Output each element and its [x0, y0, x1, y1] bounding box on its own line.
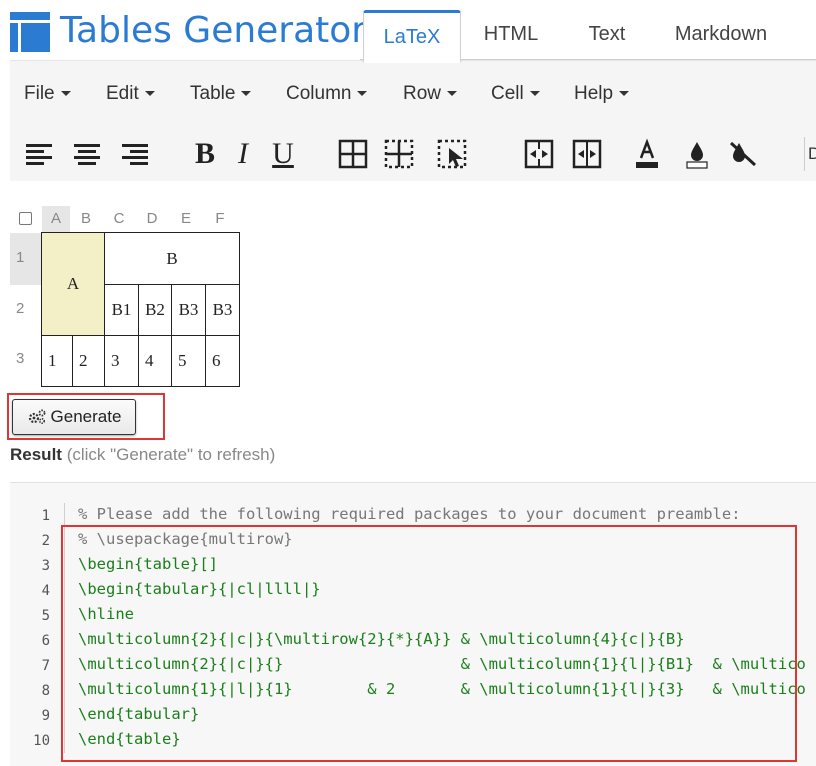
italic-icon[interactable]: I — [226, 137, 260, 171]
chevron-down-icon — [144, 91, 155, 97]
row-header-1-bg — [10, 233, 41, 285]
cell-a-merged[interactable]: A — [41, 232, 105, 336]
menu-help[interactable]: Help — [574, 83, 630, 105]
column-header-e[interactable]: E — [174, 210, 198, 227]
bold-icon[interactable]: B — [188, 137, 222, 171]
all-borders-icon[interactable] — [336, 137, 370, 171]
underline-icon[interactable]: U — [266, 137, 300, 171]
column-header-d[interactable]: D — [140, 210, 164, 227]
menu-file-label: File — [24, 83, 55, 104]
align-right-icon[interactable] — [118, 137, 152, 171]
select-cells-icon[interactable] — [436, 137, 470, 171]
tab-html[interactable]: HTML — [470, 10, 552, 59]
chevron-down-icon — [60, 91, 71, 97]
menu-file[interactable]: File — [24, 83, 71, 105]
line-number: 5 — [41, 608, 50, 624]
cell-b-merged[interactable]: B — [104, 232, 240, 285]
fill-color-icon[interactable] — [680, 137, 714, 171]
cell-r3-2[interactable]: 2 — [72, 335, 105, 387]
menu-cell[interactable]: Cell — [491, 83, 540, 105]
menu-row-label: Row — [403, 83, 442, 104]
menu-column-label: Column — [286, 83, 352, 104]
cell-b2[interactable]: B2 — [138, 284, 172, 336]
menu-help-label: Help — [574, 83, 614, 104]
cell-r3-4[interactable]: 4 — [138, 335, 172, 387]
clear-format-icon[interactable] — [726, 137, 760, 171]
chevron-down-icon — [619, 91, 630, 97]
result-hint: (click "Generate" to refresh) — [66, 445, 276, 464]
result-label: Result — [10, 445, 62, 464]
inner-borders-icon[interactable] — [382, 137, 416, 171]
code-highlight — [61, 525, 797, 762]
code-line-1: % Please add the following required pack… — [78, 505, 741, 523]
tab-markdown[interactable]: Markdown — [660, 10, 782, 59]
generate-button[interactable]: Generate — [12, 399, 136, 435]
cell-b3[interactable]: B3 — [205, 284, 240, 336]
menu-row[interactable]: Row — [403, 83, 458, 105]
menu-edit-label: Edit — [106, 83, 139, 104]
line-number: 4 — [41, 583, 50, 599]
gears-icon — [28, 409, 46, 425]
line-number: 8 — [41, 683, 50, 699]
row-header-2[interactable]: 2 — [16, 300, 24, 317]
toolbar-panel: File Edit Table Column Row Cell Help B I… — [10, 60, 816, 181]
row-header-3[interactable]: 3 — [16, 350, 24, 367]
text-color-icon[interactable] — [630, 137, 664, 171]
split-cells-icon[interactable] — [570, 137, 604, 171]
cell-r3-5[interactable]: 5 — [171, 335, 206, 387]
line-number: 2 — [41, 533, 50, 549]
chevron-down-icon — [241, 91, 252, 97]
menu-column[interactable]: Column — [286, 83, 368, 105]
menu-table[interactable]: Table — [190, 83, 252, 105]
row-header-1[interactable]: 1 — [16, 249, 24, 266]
column-header-label: A — [50, 210, 61, 227]
chevron-down-icon — [529, 91, 540, 97]
truncated-dropdown[interactable]: D — [804, 137, 816, 171]
column-header-c[interactable]: C — [107, 210, 131, 227]
line-number: 6 — [41, 633, 50, 649]
select-all-checkbox[interactable] — [19, 212, 32, 225]
logo-icon — [10, 12, 50, 52]
chevron-down-icon — [447, 91, 458, 97]
line-number: 1 — [41, 508, 50, 524]
cell-r3-3[interactable]: 3 — [104, 335, 139, 387]
column-header-f[interactable]: F — [208, 210, 232, 227]
merge-cells-icon[interactable] — [522, 137, 556, 171]
line-number: 7 — [41, 658, 50, 674]
cell-r3-6[interactable]: 6 — [205, 335, 240, 387]
cell-r3-1[interactable]: 1 — [41, 335, 73, 387]
tab-text[interactable]: Text — [570, 10, 644, 59]
tab-latex[interactable]: LaTeX — [363, 10, 461, 63]
menu-cell-label: Cell — [491, 83, 524, 104]
generate-label: Generate — [50, 407, 122, 426]
align-center-icon[interactable] — [70, 137, 104, 171]
line-number: 9 — [41, 708, 50, 724]
chevron-down-icon — [357, 91, 368, 97]
line-number: 10 — [33, 733, 50, 749]
line-number: 3 — [41, 558, 50, 574]
menu-table-label: Table — [190, 83, 236, 104]
cell-b3[interactable]: B3 — [171, 284, 206, 336]
result-heading: Result (click "Generate" to refresh) — [10, 445, 275, 465]
cell-b1[interactable]: B1 — [104, 284, 139, 336]
menu-edit[interactable]: Edit — [106, 83, 155, 105]
align-left-icon[interactable] — [22, 137, 56, 171]
app-title: Tables Generator — [60, 10, 367, 51]
column-header-b[interactable]: B — [74, 210, 98, 227]
top-bar: Tables Generator LaTeX HTML Text Markdow… — [0, 0, 816, 63]
